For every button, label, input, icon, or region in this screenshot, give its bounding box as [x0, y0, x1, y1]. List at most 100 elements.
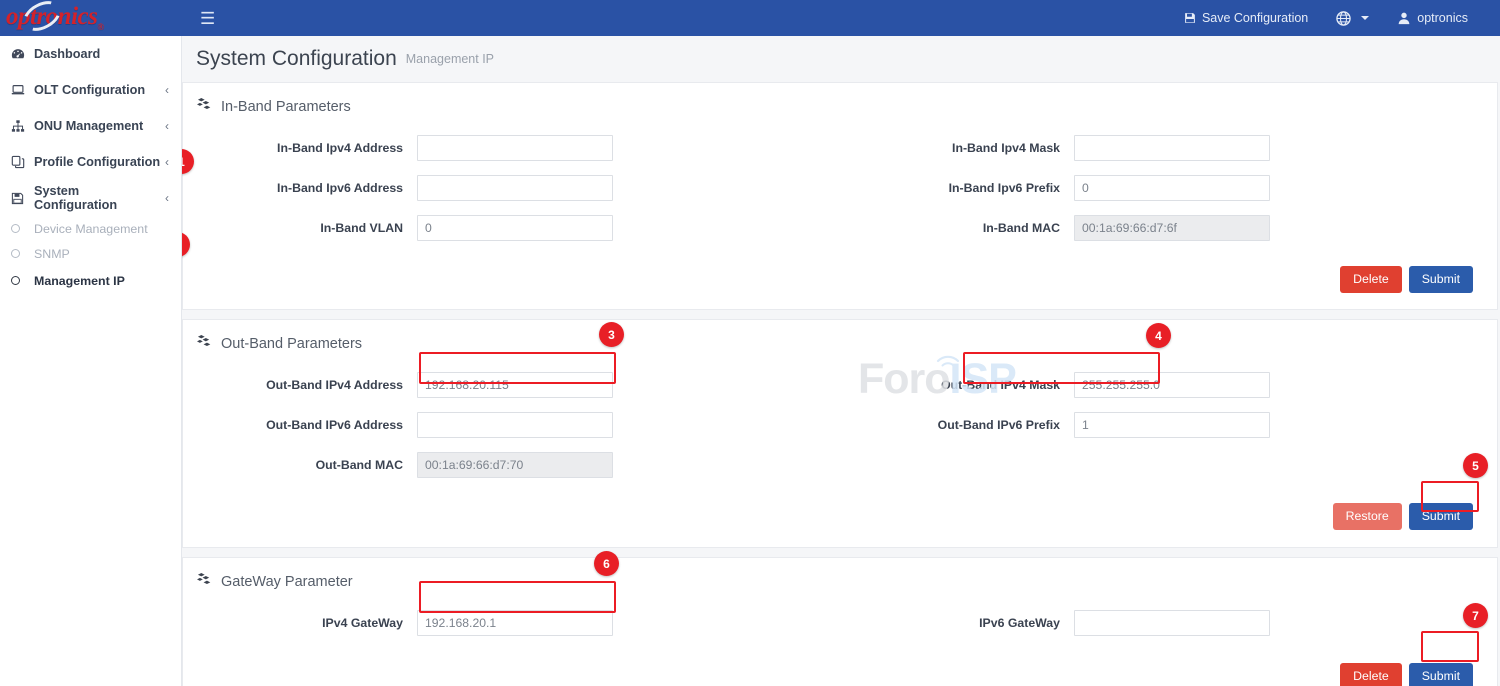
in-band-ipv6-address-input[interactable]	[417, 175, 613, 201]
sidebar-item-management-ip[interactable]: Management IP	[0, 268, 181, 293]
save-icon	[11, 191, 31, 205]
field-ipv4-gateway: IPv4 GateWay	[183, 610, 840, 636]
out-band-section-title: Out-Band Parameters	[183, 320, 1497, 359]
brand-logo[interactable]: optronics®	[0, 0, 182, 36]
chevron-left-icon: ‹	[165, 191, 169, 205]
field-label: Out-Band MAC	[183, 458, 417, 472]
field-ipv6-gateway: IPv6 GateWay	[840, 610, 1497, 636]
field-label: Out-Band IPv4 Address	[183, 378, 417, 392]
sitemap-icon	[11, 119, 31, 133]
field-label: In-Band VLAN	[183, 221, 417, 235]
field-label: Out-Band IPv4 Mask	[840, 378, 1074, 392]
annotation-badge-4: 4	[1146, 323, 1171, 348]
out-band-restore-button[interactable]: Restore	[1333, 503, 1402, 530]
hamburger-icon[interactable]: ☰	[192, 6, 223, 31]
chevron-left-icon: ‹	[165, 83, 169, 97]
sidebar-item-onu-management[interactable]: ONU Management ‹	[0, 108, 181, 144]
page-header: System Configuration Management IP	[182, 36, 1500, 82]
ipv6-gateway-input[interactable]	[1074, 610, 1270, 636]
sidebar-item-device-management[interactable]: Device Management	[0, 216, 181, 241]
user-menu[interactable]: optronics	[1383, 0, 1482, 36]
in-band-ipv6-prefix-input[interactable]	[1074, 175, 1270, 201]
out-band-button-row: Restore Submit	[183, 503, 1497, 546]
save-icon	[1184, 12, 1196, 24]
out-band-mac-input	[417, 452, 613, 478]
field-out-band-mac: Out-Band MAC	[183, 452, 840, 478]
laptop-icon	[11, 83, 31, 97]
sidebar-item-label: Profile Configuration	[31, 155, 165, 169]
in-band-submit-button[interactable]: Submit	[1409, 266, 1473, 293]
sidebar-item-snmp[interactable]: SNMP	[0, 241, 181, 266]
in-band-ipv4-address-input[interactable]	[417, 135, 613, 161]
gateway-row-1: IPv4 GateWay IPv6 GateWay	[183, 603, 1497, 643]
brand-logo-text: optronics®	[6, 4, 104, 32]
copy-icon	[11, 155, 31, 169]
in-band-delete-button[interactable]: Delete	[1340, 266, 1402, 293]
radio-icon	[11, 247, 31, 261]
field-out-band-ipv6-prefix: Out-Band IPv6 Prefix	[840, 412, 1497, 438]
breadcrumb: Management IP	[406, 52, 494, 66]
gateway-button-row: Delete Submit	[183, 663, 1497, 686]
sidebar-item-label: System Configuration	[31, 184, 165, 212]
field-in-band-ipv6-prefix: In-Band Ipv6 Prefix	[840, 175, 1497, 201]
out-band-ipv4-address-input[interactable]	[417, 372, 613, 398]
dashboard-icon	[11, 47, 31, 61]
field-out-band-ipv4-mask: Out-Band IPv4 Mask	[840, 372, 1497, 398]
cubes-icon	[197, 572, 212, 591]
chevron-down-icon	[1361, 16, 1369, 20]
sidebar-item-label: ONU Management	[31, 119, 165, 133]
field-out-band-ipv4-address: Out-Band IPv4 Address	[183, 372, 840, 398]
gateway-parameter-card: GateWay Parameter IPv4 GateWay IPv6 Gate…	[182, 557, 1498, 686]
field-label: In-Band Ipv4 Mask	[840, 141, 1074, 155]
registered-mark: ®	[97, 22, 103, 32]
cubes-icon	[197, 97, 212, 116]
in-band-mac-input	[1074, 215, 1270, 241]
out-band-ipv6-address-input[interactable]	[417, 412, 613, 438]
sidebar-navigation: Dashboard OLT Configuration ‹ ONU Manage…	[0, 36, 182, 686]
in-band-parameters-card: In-Band Parameters In-Band Ipv4 Address …	[182, 82, 1498, 310]
save-configuration-button[interactable]: Save Configuration	[1170, 0, 1322, 36]
username-label: optronics	[1417, 11, 1468, 25]
field-in-band-vlan: In-Band VLAN	[183, 215, 840, 241]
main-content: ForoISP System Configuration Management …	[182, 36, 1500, 686]
language-selector[interactable]	[1322, 0, 1383, 36]
out-band-submit-button[interactable]: Submit	[1409, 503, 1473, 530]
annotation-badge-7: 7	[1463, 603, 1488, 628]
sidebar-item-label: Dashboard	[31, 47, 169, 61]
gateway-delete-button[interactable]: Delete	[1340, 663, 1402, 686]
out-band-row-2: Out-Band IPv6 Address Out-Band IPv6 Pref…	[183, 405, 1497, 445]
annotation-badge-3: 3	[599, 322, 624, 347]
in-band-vlan-input[interactable]	[417, 215, 613, 241]
radio-icon	[11, 274, 31, 288]
ipv4-gateway-input[interactable]	[417, 610, 613, 636]
field-label: IPv4 GateWay	[183, 616, 417, 630]
sidebar-item-olt-configuration[interactable]: OLT Configuration ‹	[0, 72, 181, 108]
out-band-ipv4-mask-input[interactable]	[1074, 372, 1270, 398]
page-title: System Configuration	[196, 47, 397, 71]
field-in-band-ipv6-address: In-Band Ipv6 Address	[183, 175, 840, 201]
in-band-row-1: In-Band Ipv4 Address In-Band Ipv4 Mask	[183, 128, 1497, 168]
in-band-button-row: Delete Submit	[183, 266, 1497, 309]
sidebar-item-profile-configuration[interactable]: Profile Configuration ‹	[0, 144, 181, 180]
field-in-band-mac: In-Band MAC	[840, 215, 1497, 241]
field-label: In-Band Ipv6 Address	[183, 181, 417, 195]
gateway-section-label: GateWay Parameter	[221, 574, 353, 590]
out-band-section-label: Out-Band Parameters	[221, 336, 362, 352]
out-band-ipv6-prefix-input[interactable]	[1074, 412, 1270, 438]
in-band-ipv4-mask-input[interactable]	[1074, 135, 1270, 161]
field-in-band-ipv4-mask: In-Band Ipv4 Mask	[840, 135, 1497, 161]
gateway-submit-button[interactable]: Submit	[1409, 663, 1473, 686]
sidebar-item-dashboard[interactable]: Dashboard	[0, 36, 181, 72]
out-band-row-3: Out-Band MAC	[183, 445, 1497, 485]
annotation-badge-5: 5	[1463, 453, 1488, 478]
field-label: IPv6 GateWay	[840, 616, 1074, 630]
out-band-parameters-card: Out-Band Parameters Out-Band IPv4 Addres…	[182, 319, 1498, 548]
sidebar-item-system-configuration[interactable]: System Configuration ‹	[0, 180, 181, 216]
out-band-row-1: Out-Band IPv4 Address Out-Band IPv4 Mask	[183, 365, 1497, 405]
field-label: Out-Band IPv6 Prefix	[840, 418, 1074, 432]
sidebar-subitem-label: SNMP	[31, 247, 169, 261]
chevron-left-icon: ‹	[165, 119, 169, 133]
field-label: Out-Band IPv6 Address	[183, 418, 417, 432]
field-label: In-Band Ipv4 Address	[183, 141, 417, 155]
gateway-section-title: GateWay Parameter	[183, 558, 1497, 597]
